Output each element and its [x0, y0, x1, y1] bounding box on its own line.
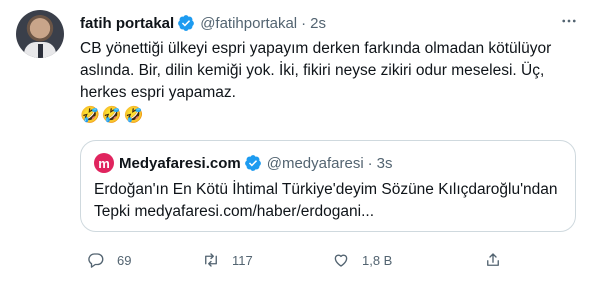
avatar-tie — [38, 44, 43, 58]
rofl-emoji-icon: 🤣 — [101, 107, 122, 124]
avatar[interactable] — [16, 10, 64, 58]
tweet-time[interactable]: 2s — [310, 15, 326, 32]
tweet-actions: 69 117 1,8 B — [80, 248, 580, 272]
more-dots-icon[interactable] — [556, 8, 582, 34]
rofl-emoji-icon: 🤣 — [123, 107, 144, 124]
medyafaresi-logo-icon: m — [94, 153, 114, 173]
rofl-emoji-icon: 🤣 — [80, 107, 100, 124]
share-button[interactable] — [484, 248, 502, 272]
quoted-tweet-text: Erdoğan'ın En Kötü İhtimal Türkiye'deyim… — [94, 181, 558, 220]
author-handle[interactable]: @fatihportakal — [200, 15, 297, 32]
quoted-tweet-time: 3s — [376, 154, 393, 172]
quoted-author-name: Medyafaresi.com — [119, 154, 241, 172]
like-count: 1,8 B — [362, 252, 393, 268]
like-button[interactable]: 1,8 B — [332, 248, 392, 272]
retweet-count: 117 — [232, 252, 253, 268]
share-icon — [487, 253, 499, 266]
verified-badge-icon — [178, 15, 195, 31]
tweet-emojis: 🤣 🤣 🤣 — [80, 106, 144, 126]
reply-button[interactable]: 69 — [87, 248, 131, 272]
separator-dot: · — [301, 14, 307, 32]
author-name[interactable]: fatih portakal — [80, 15, 174, 32]
verified-badge-icon — [244, 155, 261, 171]
tweet[interactable]: fatih portakal @fatihportakal · 2s CB yö… — [0, 0, 596, 285]
quoted-tweet[interactable]: m Medyafaresi.com @medyafaresi · 3s Erdo… — [80, 140, 576, 232]
retweet-button[interactable]: 117 — [202, 248, 253, 272]
quoted-tweet-header: m Medyafaresi.com @medyafaresi · 3s — [94, 153, 393, 173]
tweet-header: fatih portakal @fatihportakal · 2s — [80, 13, 326, 33]
tweet-text: CB yönettiği ülkeyi espri yapayım derken… — [80, 40, 552, 101]
quoted-author-handle: @medyafaresi — [266, 154, 364, 172]
reply-icon — [88, 253, 104, 268]
reply-count: 69 — [117, 252, 132, 268]
heart-icon — [334, 254, 348, 267]
retweet-icon — [205, 253, 217, 267]
separator-dot: · — [367, 154, 373, 172]
